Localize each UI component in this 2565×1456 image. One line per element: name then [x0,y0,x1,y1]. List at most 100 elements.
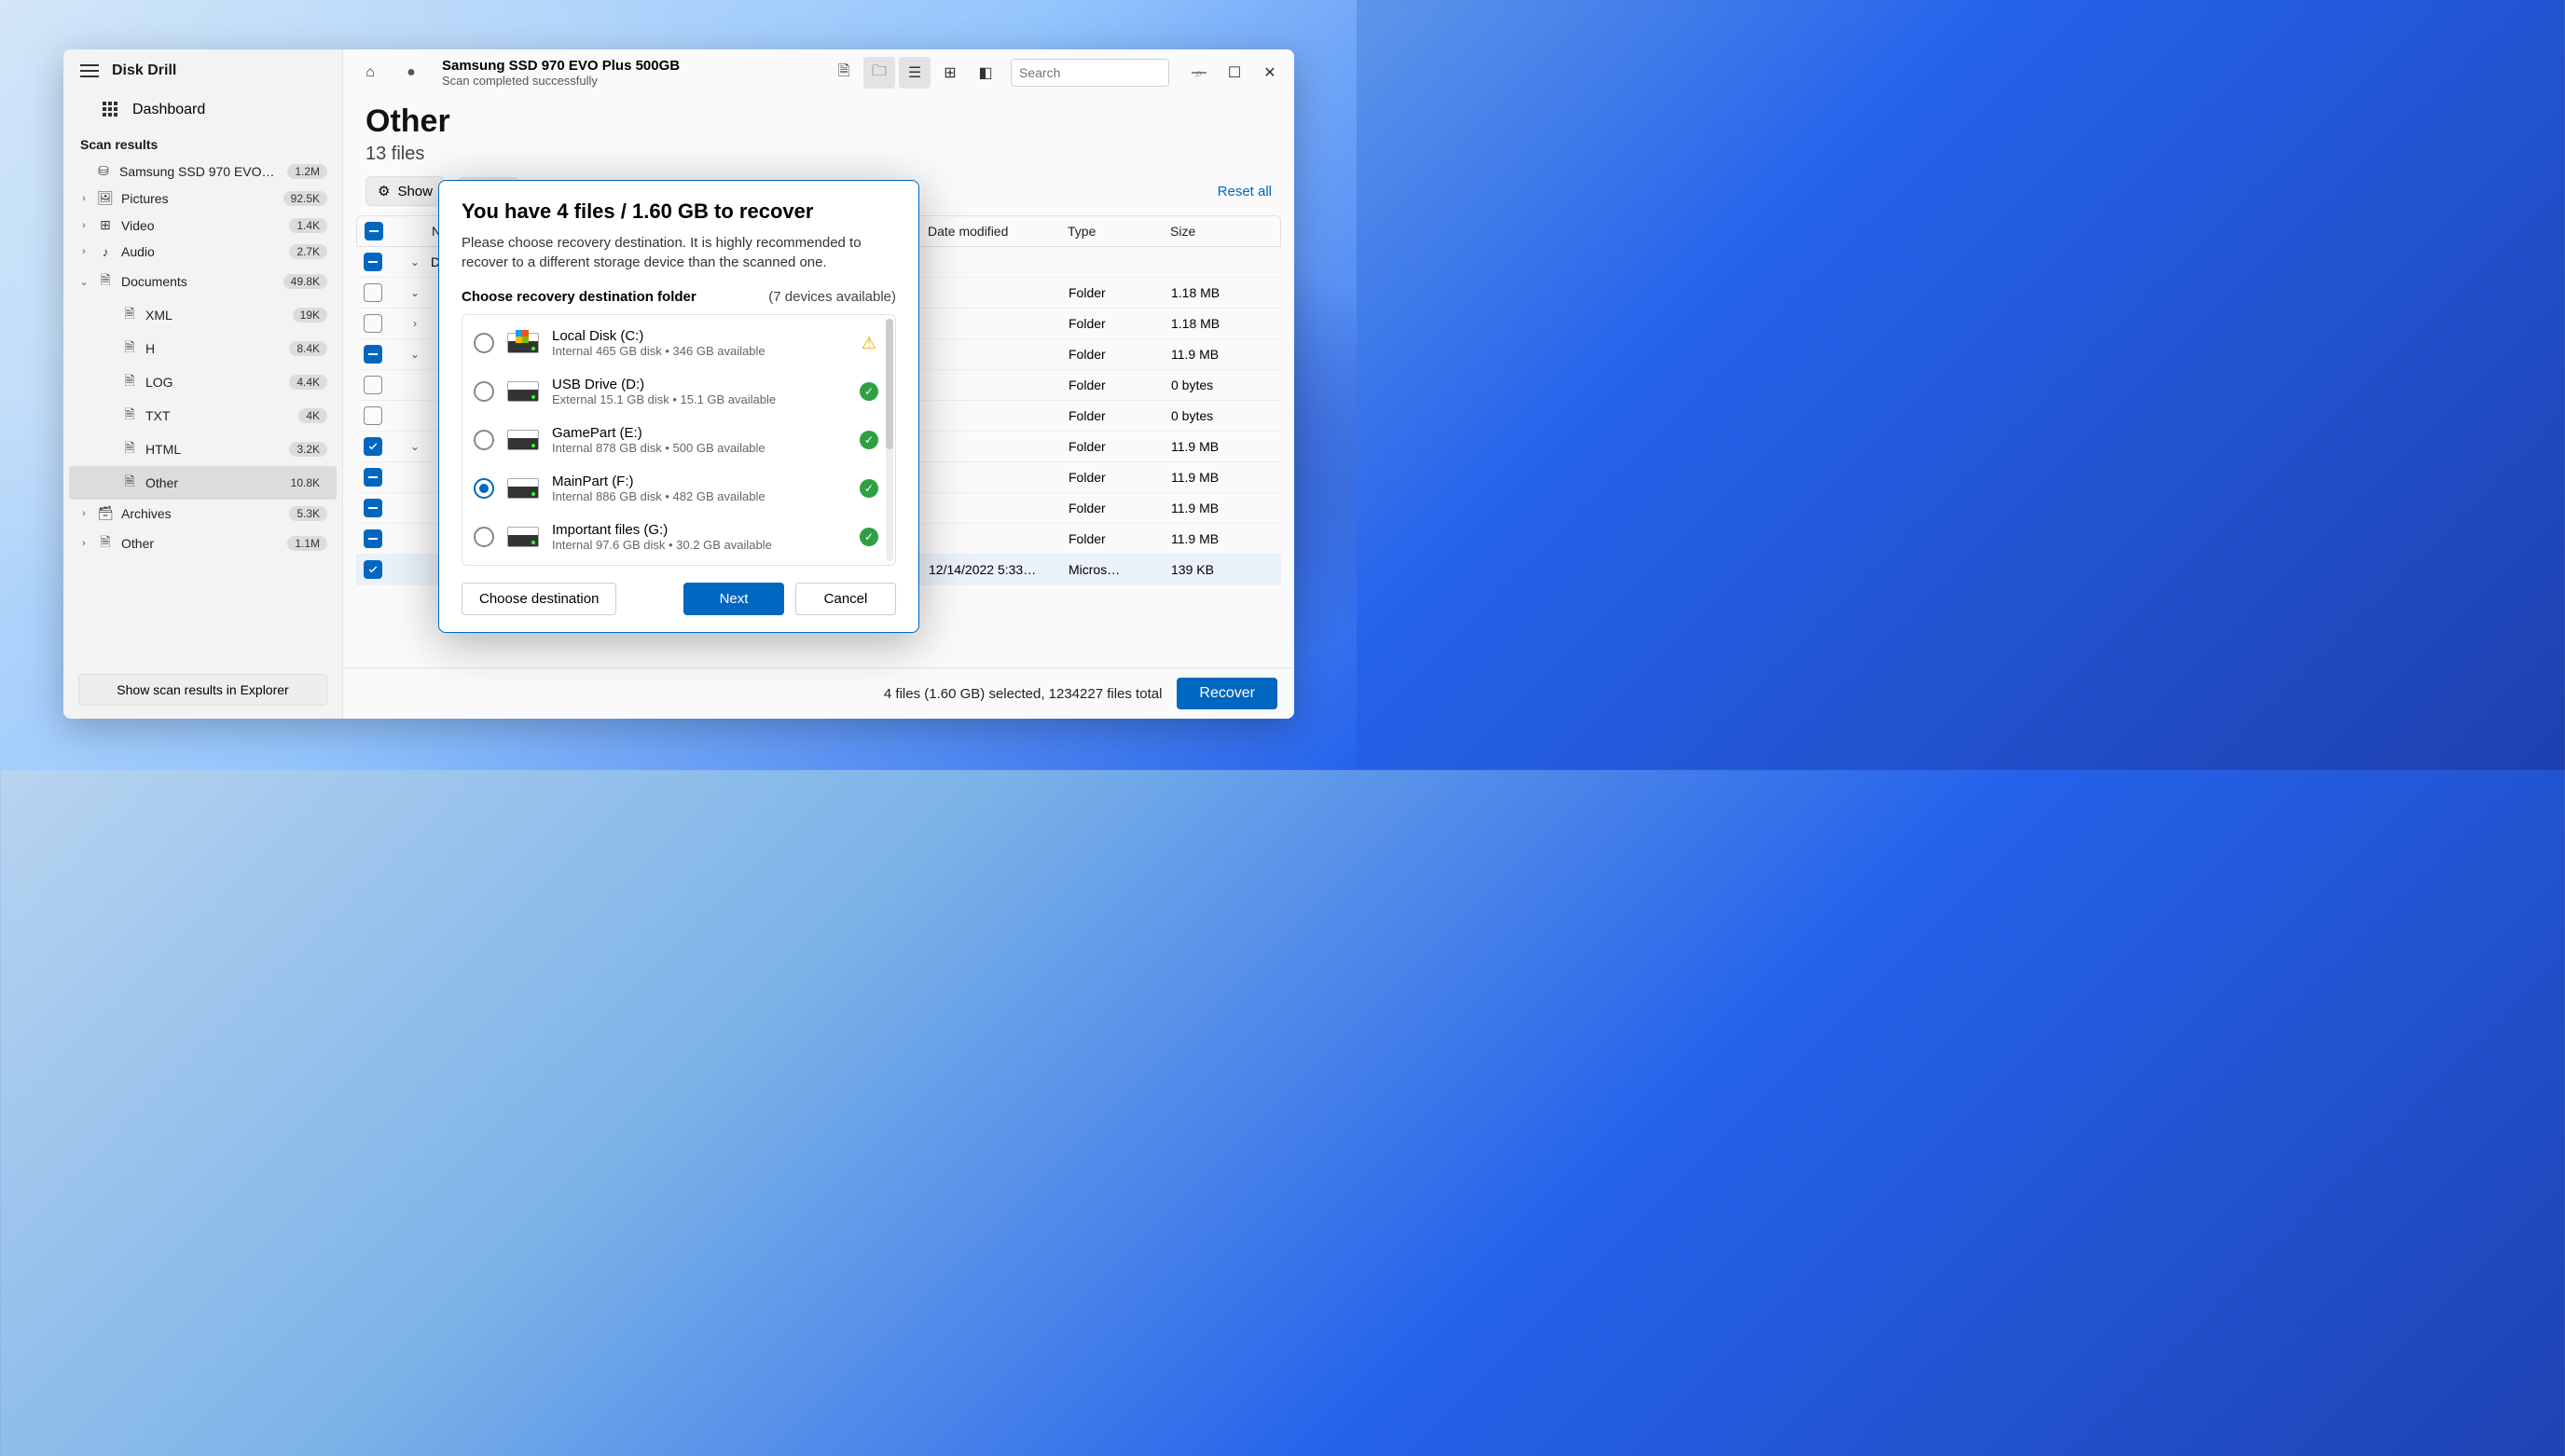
size-cell: 1.18 MB [1171,285,1274,300]
sidebar-doc-log[interactable]: 🗎 LOG 4.4K [69,365,337,399]
size-cell: 11.9 MB [1171,501,1274,515]
destination-option[interactable]: USB Drive (D:) External 15.1 GB disk • 1… [466,367,886,416]
chevron-icon: › [78,220,90,231]
sidebar-header: Disk Drill [63,49,342,92]
status-check-icon: ● [395,57,427,89]
row-checkbox[interactable] [364,283,382,302]
cancel-button[interactable]: Cancel [795,583,896,615]
maximize-button[interactable]: ☐ [1225,63,1244,82]
sidebar-category-archives[interactable]: › 🗃 Archives 5.3K [69,500,337,527]
sidebar-device[interactable]: ⛁ Samsung SSD 970 EVO… 1.2M [69,158,337,185]
row-checkbox[interactable] [364,437,382,456]
radio-button[interactable] [474,333,494,353]
drive-icon [507,527,539,547]
close-button[interactable]: ✕ [1261,63,1279,82]
destination-name: Important files (G:) [552,522,847,538]
col-type[interactable]: Type [1068,224,1170,239]
selection-status: 4 files (1.60 GB) selected, 1234227 file… [884,686,1163,702]
row-checkbox[interactable] [364,499,382,517]
radio-button[interactable] [474,381,494,402]
row-checkbox[interactable] [364,468,382,487]
document-icon: 🗎 [121,337,138,360]
home-icon[interactable]: ⌂ [354,57,386,89]
sidebar-doc-txt[interactable]: 🗎 TXT 4K [69,399,337,433]
size-cell: 11.9 MB [1171,470,1274,485]
disk-icon: ⛁ [95,163,112,179]
sidebar-category-video[interactable]: › ⊞ Video 1.4K [69,212,337,239]
sidebar-category-other[interactable]: › 🗎 Other 1.1M [69,527,337,560]
search-box[interactable]: ⌕ [1011,59,1169,87]
hamburger-icon[interactable] [80,64,99,77]
dialog-title: You have 4 files / 1.60 GB to recover [462,199,896,224]
size-cell: 11.9 MB [1171,439,1274,454]
category-icon: 🗃 [97,505,114,521]
chevron-icon: › [78,508,90,519]
type-cell: Folder [1069,439,1171,454]
destination-name: USB Drive (D:) [552,377,847,392]
grid-view-icon[interactable]: ⊞ [934,57,966,89]
radio-button[interactable] [474,478,494,499]
chevron-icon: › [78,193,90,204]
radio-button[interactable] [474,527,494,547]
preview-pane-icon[interactable]: ◧ [970,57,1001,89]
sidebar-category-pictures[interactable]: › 🖼 Pictures 92.5K [69,185,337,212]
size-cell: 0 bytes [1171,408,1274,423]
sidebar-category-documents[interactable]: ⌄ 🗎 Documents 49.8K [69,265,337,298]
expand-icon[interactable]: ⌄ [399,440,431,453]
status-ok-icon: ✓ [860,479,878,498]
type-cell: Folder [1069,347,1171,362]
expand-icon[interactable]: ⌄ [399,286,431,299]
row-checkbox[interactable] [364,406,382,425]
content-header: Other 13 files [343,96,1294,165]
row-checkbox[interactable] [364,314,382,333]
destination-option[interactable]: Local Disk (C:) Internal 465 GB disk • 3… [466,319,886,367]
row-checkbox[interactable] [364,345,382,364]
chevron-icon: › [78,246,90,257]
search-input[interactable] [1019,65,1188,80]
sidebar-doc-h[interactable]: 🗎 H 8.4K [69,332,337,365]
destination-option[interactable]: Important files (G:) Internal 97.6 GB di… [466,513,886,561]
header-titles: Samsung SSD 970 EVO Plus 500GB Scan comp… [442,58,680,88]
sidebar-doc-xml[interactable]: 🗎 XML 19K [69,298,337,332]
grid-icon [103,102,119,118]
minimize-button[interactable]: — [1190,63,1208,82]
destination-details: External 15.1 GB disk • 15.1 GB availabl… [552,392,847,406]
reset-all-link[interactable]: Reset all [1218,184,1272,199]
destination-list[interactable]: Local Disk (C:) Internal 465 GB disk • 3… [462,314,896,566]
category-icon: 🗎 [97,532,114,555]
row-checkbox[interactable] [364,376,382,394]
recover-button[interactable]: Recover [1177,678,1277,709]
destination-option[interactable]: MainPart (F:) Internal 886 GB disk • 482… [466,464,886,513]
show-in-explorer-button[interactable]: Show scan results in Explorer [78,674,327,706]
file-view-icon[interactable]: 🗎 [828,57,860,89]
select-all-checkbox[interactable] [365,222,383,240]
col-size[interactable]: Size [1170,224,1273,239]
app-title: Disk Drill [112,62,176,79]
list-view-icon[interactable]: ☰ [899,57,931,89]
sidebar-doc-other[interactable]: 🗎 Other 10.8K [69,466,337,500]
expand-icon[interactable]: ⌄ [399,255,431,268]
folder-view-icon[interactable]: 🗀 [863,57,895,89]
sidebar-doc-html[interactable]: 🗎 HTML 3.2K [69,433,337,466]
dashboard-nav[interactable]: Dashboard [63,92,342,128]
show-filter-button[interactable]: ⚙ Show [365,176,445,206]
expand-icon[interactable]: › [399,317,431,330]
drive-icon [507,478,539,499]
dialog-description: Please choose recovery destination. It i… [462,233,896,272]
sidebar-category-audio[interactable]: › ♪ Audio 2.7K [69,239,337,265]
size-cell: 1.18 MB [1171,316,1274,331]
category-icon: ⊞ [97,217,114,233]
scan-subtitle: Scan completed successfully [442,74,680,88]
radio-button[interactable] [474,430,494,450]
row-checkbox[interactable] [364,560,382,579]
expand-icon[interactable]: ⌄ [399,348,431,361]
status-warning-icon: ⚠ [860,334,878,352]
drive-icon [507,381,539,402]
row-checkbox[interactable] [364,253,382,271]
col-date[interactable]: Date modified [928,224,1068,239]
row-checkbox[interactable] [364,529,382,548]
choose-destination-button[interactable]: Choose destination [462,583,616,615]
scrollbar[interactable] [886,319,893,561]
next-button[interactable]: Next [683,583,784,615]
destination-option[interactable]: GamePart (E:) Internal 878 GB disk • 500… [466,416,886,464]
